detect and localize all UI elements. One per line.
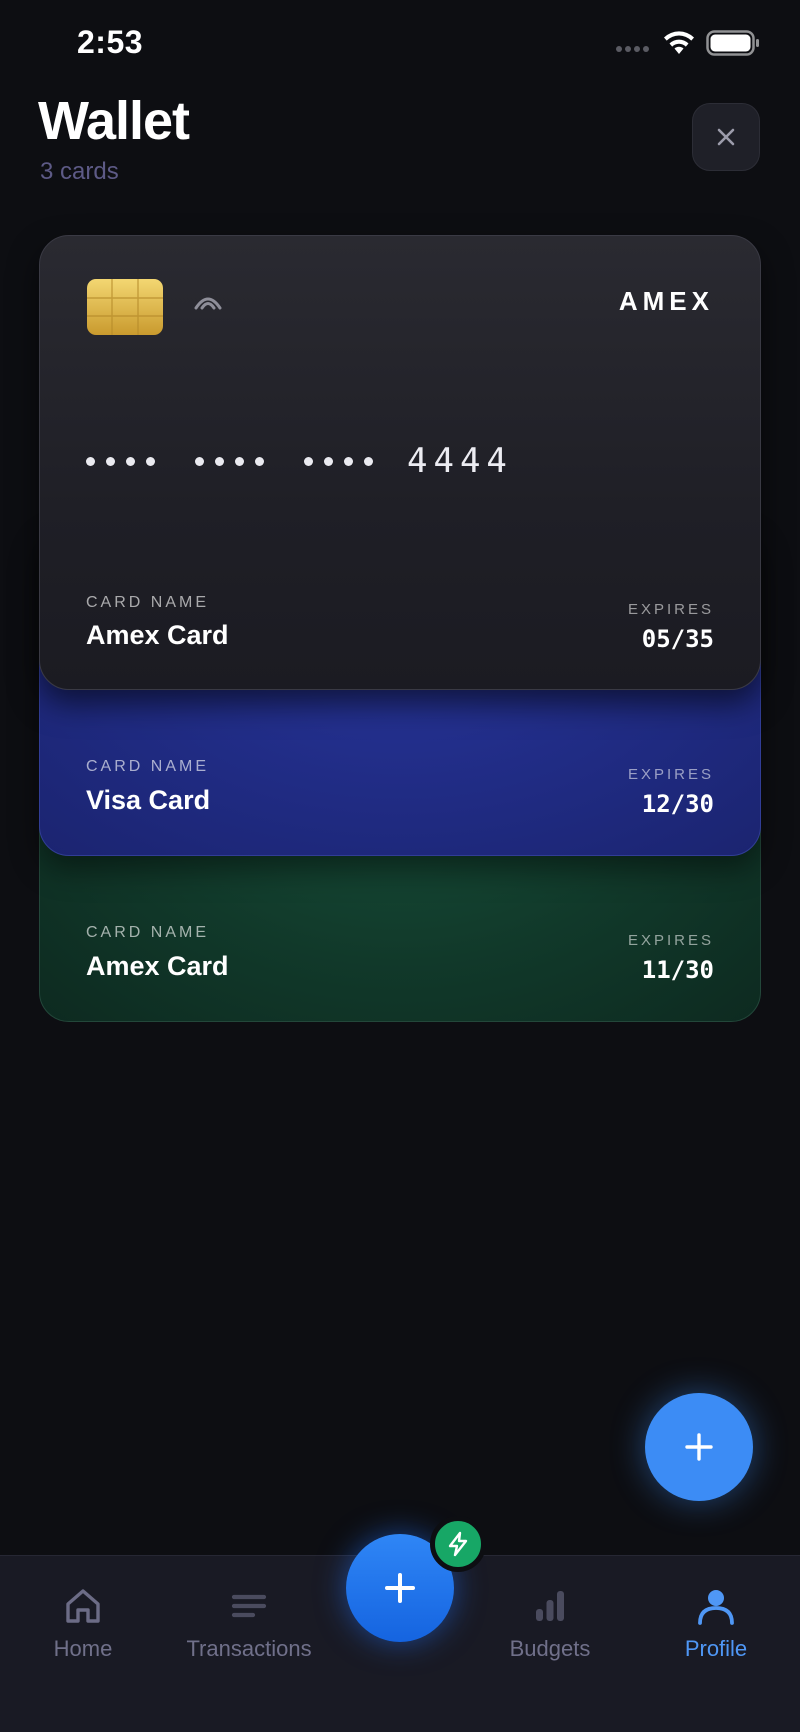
card-expires: 05/35 <box>641 625 714 653</box>
nav-label: Transactions <box>186 1636 312 1661</box>
nav-item-profile[interactable]: Profile <box>641 1586 791 1662</box>
battery-icon <box>706 30 759 56</box>
card-expires-label: EXPIRES <box>627 766 714 783</box>
contactless-icon <box>194 297 222 310</box>
nav-item-home[interactable]: Home <box>8 1586 158 1662</box>
status-bar: 2:53 <box>0 0 800 90</box>
card-name: Amex Card <box>86 951 229 981</box>
close-icon <box>717 128 735 146</box>
card-brand: AMEX <box>618 286 714 316</box>
card-name: Amex Card <box>86 620 229 650</box>
card-name-label: CARD NAME <box>86 758 210 775</box>
card-name: Visa Card <box>86 785 211 815</box>
cellular-signal-icon <box>616 46 652 54</box>
list-icon <box>231 1594 267 1618</box>
nav-label: Profile <box>684 1636 748 1661</box>
wifi-icon <box>664 31 694 54</box>
plus-icon <box>685 1433 713 1461</box>
quick-action-button[interactable] <box>430 1516 486 1572</box>
close-button[interactable] <box>692 103 760 171</box>
card-number: 4444 <box>86 441 513 481</box>
masked-digits <box>304 456 373 466</box>
card-count: 3 cards <box>40 158 119 185</box>
card-expires: 11/30 <box>641 956 714 984</box>
nav-label: Budgets <box>509 1636 591 1661</box>
masked-digits <box>195 456 264 466</box>
card-amex-front[interactable]: AMEX 4444 CARD NAME Amex Card EXPIRES 05… <box>39 235 761 690</box>
nav-item-budgets[interactable]: Budgets <box>475 1586 625 1662</box>
card-expires-label: EXPIRES <box>627 601 714 618</box>
plus-icon <box>385 1573 415 1603</box>
nav-item-transactions[interactable]: Transactions <box>174 1586 324 1662</box>
home-icon <box>66 1589 100 1623</box>
lightning-icon <box>448 1531 468 1557</box>
masked-digits <box>86 456 155 466</box>
card-name-label: CARD NAME <box>86 924 210 941</box>
card-expires: 12/30 <box>641 790 714 818</box>
card-last4: 4444 <box>407 441 513 481</box>
bar-chart-icon <box>536 1591 564 1621</box>
card-name-label: CARD NAME <box>86 594 210 611</box>
status-time: 2:53 <box>77 24 144 60</box>
user-icon <box>698 1590 734 1625</box>
nav-label: Home <box>53 1636 113 1661</box>
add-card-button[interactable] <box>645 1393 753 1501</box>
card-expires-label: EXPIRES <box>627 932 714 949</box>
page-title: Wallet <box>38 91 190 151</box>
chip-icon <box>87 279 163 335</box>
